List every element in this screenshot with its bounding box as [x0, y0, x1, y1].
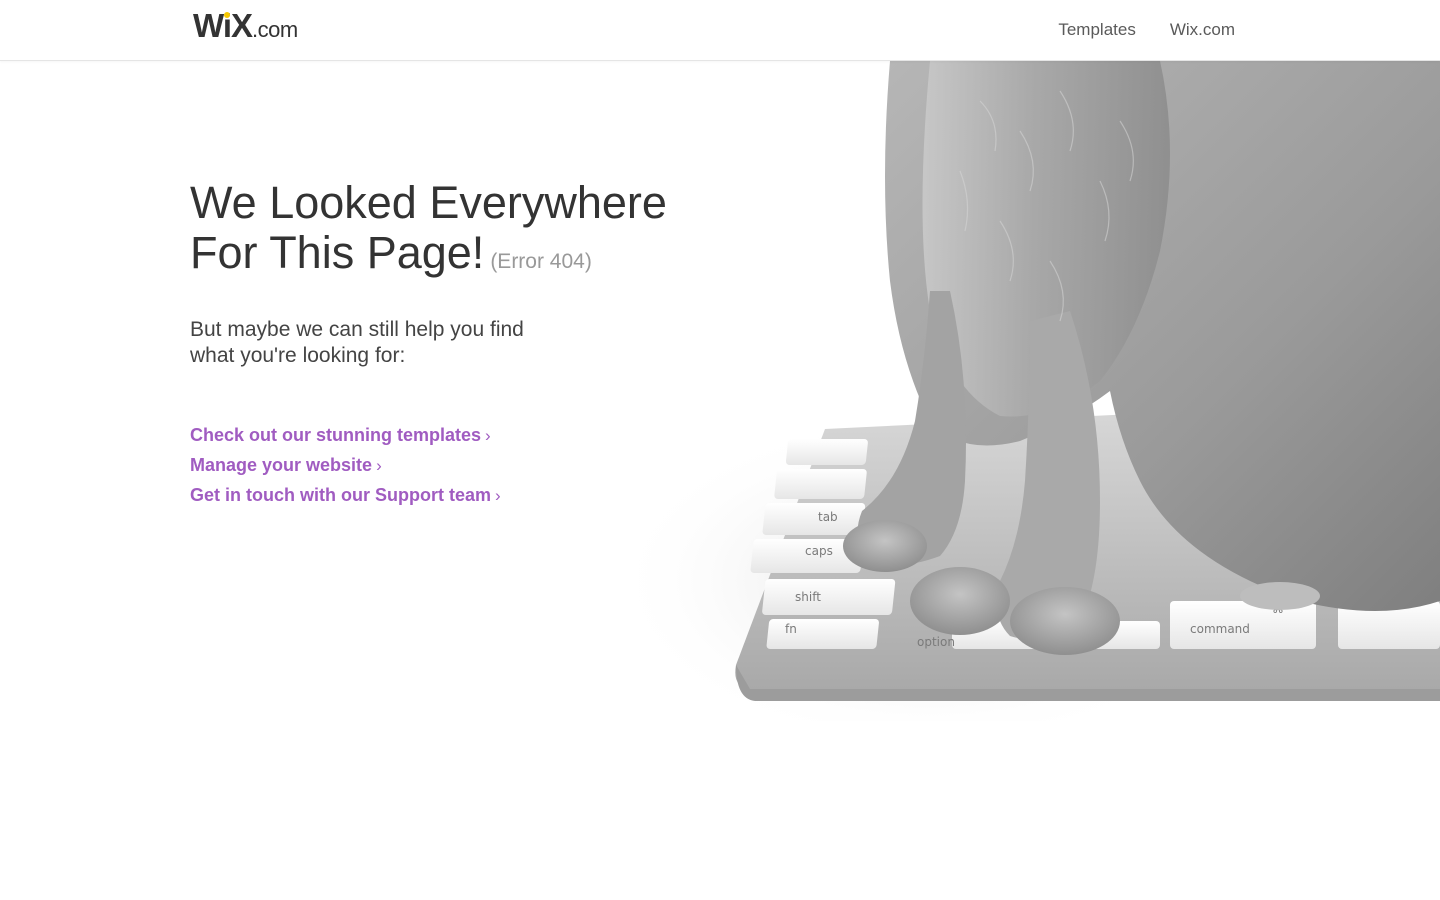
- subtitle-line-1: But maybe we can still help you find: [190, 318, 524, 341]
- templates-link-label: Check out our stunning templates: [190, 425, 482, 445]
- svg-text:option: option: [917, 635, 955, 649]
- svg-text:fn: fn: [785, 622, 797, 636]
- cat-back-paw: [1240, 582, 1320, 610]
- svg-text:command: command: [1190, 622, 1250, 636]
- logo-wordmark: WiX: [193, 7, 253, 44]
- support-link[interactable]: Get in touch with our Support team ›: [190, 485, 501, 506]
- cat-left-paw: [843, 520, 927, 572]
- nav-templates-link[interactable]: Templates: [1058, 20, 1135, 40]
- headline-line-2: For This Page!: [190, 227, 485, 278]
- chevron-right-icon: ›: [485, 426, 491, 445]
- manage-website-link-label: Manage your website: [190, 455, 373, 475]
- support-link-label: Get in touch with our Support team: [190, 485, 491, 505]
- headline-line-1: We Looked Everywhere: [190, 177, 667, 228]
- svg-text:caps: caps: [805, 544, 833, 558]
- cat-right-paw: [1010, 587, 1120, 655]
- help-links: Check out our stunning templates › Manag…: [190, 425, 750, 506]
- svg-text:tab: tab: [818, 510, 838, 524]
- cat-middle-paw: [910, 567, 1010, 635]
- templates-link[interactable]: Check out our stunning templates ›: [190, 425, 491, 446]
- svg-text:shift: shift: [795, 590, 821, 604]
- chevron-right-icon: ›: [376, 456, 382, 475]
- wix-logo[interactable]: WiX .com: [193, 9, 298, 43]
- logo-suffix: .com: [252, 17, 298, 42]
- nav-wix-link[interactable]: Wix.com: [1170, 20, 1235, 40]
- manage-website-link[interactable]: Manage your website ›: [190, 455, 382, 476]
- chevron-right-icon: ›: [495, 486, 501, 505]
- subtitle-line-2: what you're looking for:: [190, 344, 406, 367]
- error-content: We Looked Everywhere For This Page! (Erro…: [190, 178, 750, 506]
- help-subtitle: But maybe we can still help you find wha…: [190, 317, 570, 369]
- logo-dot: [224, 12, 230, 18]
- error-code: (Error 404): [490, 250, 592, 273]
- top-nav: Templates Wix.com: [1058, 20, 1235, 40]
- page-title: We Looked Everywhere For This Page! (Erro…: [190, 178, 750, 287]
- site-header: WiX .com Templates Wix.com: [0, 0, 1440, 61]
